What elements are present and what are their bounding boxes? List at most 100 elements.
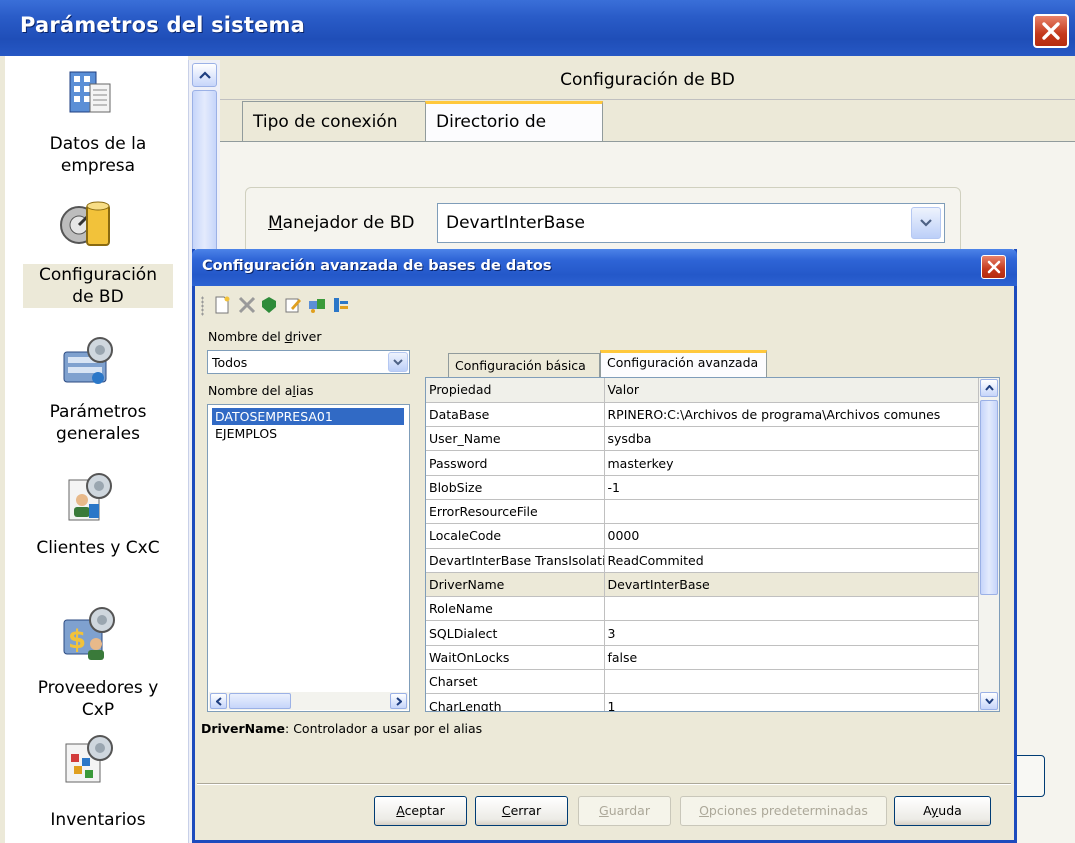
divider bbox=[197, 783, 1011, 785]
driver-select-value: Todos bbox=[212, 355, 248, 370]
tab-directorio-datos[interactable]: Directorio de datos bbox=[425, 101, 603, 168]
panel-title: Configuración de BD bbox=[220, 60, 1075, 100]
close-icon bbox=[987, 260, 1000, 274]
sidebar-item-configuracion-bd[interactable]: Configuración de BD bbox=[5, 191, 188, 321]
sidebar-item-proveedores[interactable]: $ Proveedores y CxP bbox=[5, 604, 188, 720]
tab-configuracion-avanzada[interactable]: Configuración avanzada bbox=[600, 350, 767, 377]
property-name: User_Name bbox=[426, 426, 605, 452]
sidebar-item-inventarios[interactable]: Inventarios bbox=[5, 728, 188, 838]
table-row[interactable]: WaitOnLocks false bbox=[426, 645, 979, 671]
table-row[interactable]: BlobSize -1 bbox=[426, 475, 979, 500]
dialog-close-button[interactable] bbox=[981, 255, 1006, 279]
scroll-right-button[interactable] bbox=[390, 693, 407, 709]
inventory-icon bbox=[65, 735, 113, 783]
scroll-left-button[interactable] bbox=[210, 693, 227, 709]
sidebar: Datos de la empresa Configuración de BD … bbox=[5, 56, 188, 843]
property-value[interactable]: sysdba bbox=[604, 426, 979, 452]
property-value[interactable]: ReadCommited bbox=[604, 548, 979, 573]
close-icon bbox=[1042, 22, 1060, 40]
table-row[interactable]: DataBase RPINERO:C:\Archivos de programa\… bbox=[426, 402, 979, 428]
sidebar-item-label: Configuración de BD bbox=[23, 264, 173, 308]
tab-configuracion-basica[interactable]: Configuración básica bbox=[448, 353, 600, 377]
aceptar-button[interactable]: Aceptar bbox=[374, 796, 467, 826]
list-item[interactable]: EJEMPLOS bbox=[212, 425, 280, 442]
table-row[interactable]: SQLDialect 3 bbox=[426, 620, 979, 646]
table-row[interactable]: RoleName bbox=[426, 596, 979, 622]
delete-icon[interactable] bbox=[238, 296, 256, 314]
property-value[interactable] bbox=[604, 669, 979, 695]
table-row[interactable]: DriverName DevartInterBase bbox=[426, 572, 979, 598]
sidebar-item-label: Datos de la empresa bbox=[49, 134, 147, 176]
customer-icon bbox=[68, 473, 112, 521]
property-name: WaitOnLocks bbox=[426, 645, 605, 671]
sidebar-item-label: Parámetros generales bbox=[49, 402, 147, 444]
table-row[interactable]: CharLength 1 bbox=[426, 693, 979, 711]
property-value[interactable]: masterkey bbox=[604, 450, 979, 476]
sidebar-item-parametros-generales[interactable]: Parámetros generales bbox=[5, 334, 188, 464]
tab-tipo-conexion[interactable]: Tipo de conexión bbox=[242, 101, 427, 141]
db-manager-value: DevartInterBase bbox=[446, 213, 585, 233]
sidebar-item-label: Clientes y CxC bbox=[36, 538, 160, 558]
guardar-button[interactable]: Guardar bbox=[578, 796, 671, 826]
scroll-thumb[interactable] bbox=[980, 400, 998, 595]
sidebar-item-datos-empresa[interactable]: Datos de la empresa bbox=[5, 64, 188, 184]
scroll-thumb[interactable] bbox=[229, 693, 291, 709]
db-manager-select[interactable]: DevartInterBase bbox=[437, 203, 945, 243]
table-row[interactable]: LocaleCode 0000 bbox=[426, 523, 979, 549]
table-row[interactable]: ErrorResourceFile bbox=[426, 499, 979, 525]
chevron-down-icon[interactable] bbox=[911, 207, 941, 239]
scroll-up-button[interactable] bbox=[980, 379, 998, 397]
table-row[interactable]: Password masterkey bbox=[426, 450, 979, 476]
table-row[interactable]: Charset bbox=[426, 669, 979, 695]
list-item[interactable]: DATOSEMPRESA01 bbox=[212, 408, 404, 425]
property-value[interactable]: -1 bbox=[604, 475, 979, 500]
dialog-title-bar[interactable]: Configuración avanzada de bases de datos bbox=[192, 249, 1017, 286]
property-name: RoleName bbox=[426, 596, 605, 622]
property-name: ErrorResourceFile bbox=[426, 499, 605, 525]
chevron-right-icon bbox=[395, 696, 402, 706]
property-name: Charset bbox=[426, 669, 605, 695]
property-value[interactable]: 0000 bbox=[604, 523, 979, 549]
property-name: DataBase bbox=[426, 402, 605, 428]
ayuda-button[interactable]: Ayuda bbox=[894, 796, 991, 826]
alias-list[interactable]: DATOSEMPRESA01 EJEMPLOS bbox=[207, 404, 410, 712]
apply-icon[interactable] bbox=[260, 296, 278, 314]
opciones-predeterminadas-button[interactable]: Opciones predeterminadas bbox=[680, 796, 887, 826]
new-icon[interactable] bbox=[213, 296, 231, 314]
scroll-up-button[interactable] bbox=[192, 63, 217, 87]
property-value[interactable]: 1 bbox=[604, 693, 979, 711]
main-close-button[interactable] bbox=[1033, 14, 1069, 48]
table-row[interactable]: User_Name sysdba bbox=[426, 426, 979, 452]
property-value[interactable] bbox=[604, 596, 979, 622]
main-title-bar[interactable]: Parámetros del sistema bbox=[0, 0, 1075, 56]
edit-icon[interactable] bbox=[284, 296, 302, 314]
property-value[interactable] bbox=[604, 499, 979, 525]
property-name: Password bbox=[426, 450, 605, 476]
property-name: LocaleCode bbox=[426, 523, 605, 549]
properties-icon[interactable] bbox=[332, 296, 350, 314]
svg-text:$: $ bbox=[68, 625, 86, 655]
database-icon bbox=[60, 201, 110, 246]
property-name: BlobSize bbox=[426, 475, 605, 500]
property-value[interactable]: false bbox=[604, 645, 979, 671]
building-document-icon bbox=[69, 71, 111, 113]
driver-select[interactable]: Todos bbox=[207, 350, 410, 374]
test-connection-icon[interactable] bbox=[308, 296, 326, 314]
alias-list-hscrollbar[interactable] bbox=[209, 692, 408, 710]
scroll-down-button[interactable] bbox=[980, 692, 998, 710]
settings-server-icon bbox=[63, 337, 113, 384]
dialog-title: Configuración avanzada de bases de datos bbox=[202, 258, 552, 274]
property-value[interactable]: DevartInterBase bbox=[604, 572, 979, 598]
chevron-down-icon[interactable] bbox=[388, 352, 408, 372]
properties-grid[interactable]: Propiedad Valor DataBase RPINERO:C:\Archi… bbox=[425, 377, 1000, 712]
property-value[interactable]: 3 bbox=[604, 620, 979, 646]
grid-vscrollbar[interactable] bbox=[979, 378, 999, 711]
chevron-up-icon bbox=[984, 385, 994, 391]
sidebar-item-clientes[interactable]: Clientes y CxC bbox=[5, 468, 188, 588]
table-row[interactable]: DevartInterBase TransIsolation ReadCommit… bbox=[426, 548, 979, 573]
driver-name-label: Nombre del driver bbox=[208, 329, 322, 344]
grid-header-propiedad: Propiedad bbox=[426, 378, 605, 403]
property-name: SQLDialect bbox=[426, 620, 605, 646]
property-value[interactable]: RPINERO:C:\Archivos de programa\Archivos… bbox=[604, 402, 979, 428]
cerrar-button[interactable]: Cerrar bbox=[475, 796, 568, 826]
